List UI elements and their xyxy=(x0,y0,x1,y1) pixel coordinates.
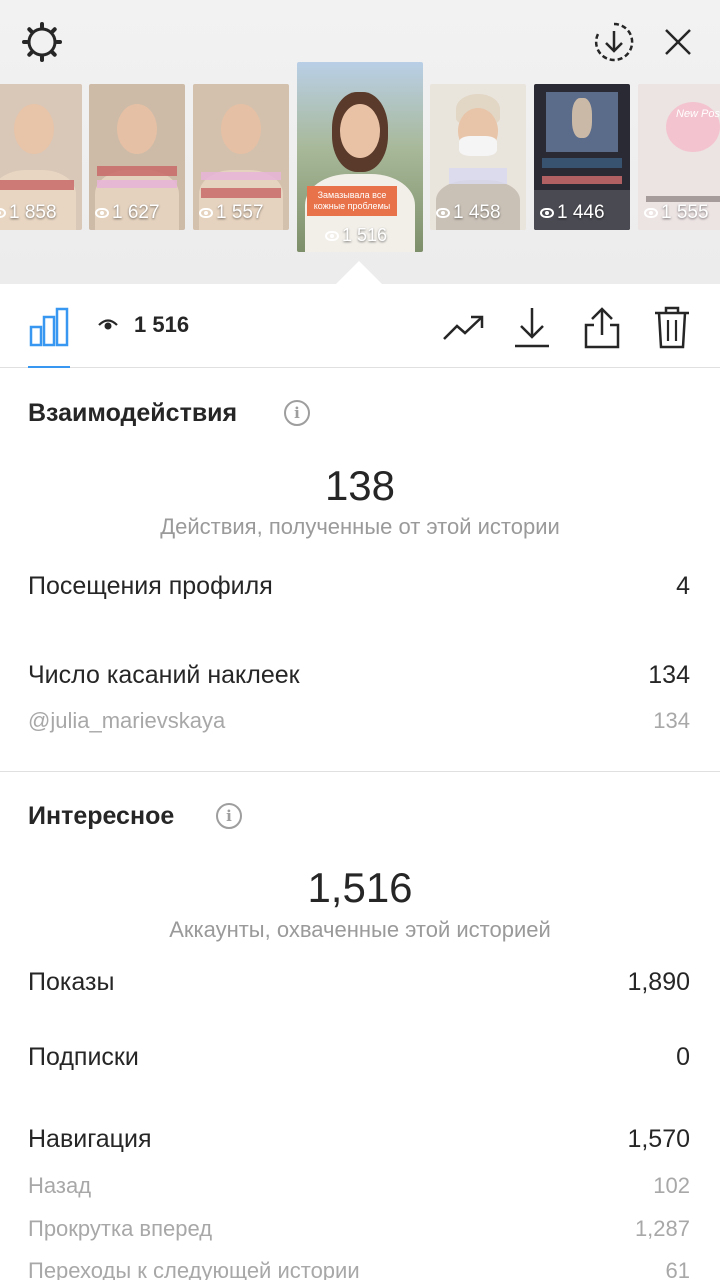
stat-row-follows: Подписки 0 xyxy=(28,1043,690,1072)
story-thumbnail-selected[interactable]: Замазывала все кожные проблемы 1 516 xyxy=(297,62,423,252)
story-views: 1 557 xyxy=(199,202,264,224)
story-views: 1 516 xyxy=(325,225,387,246)
eye-icon xyxy=(95,208,109,218)
eye-icon xyxy=(199,208,213,218)
interactions-total: 138 xyxy=(324,462,396,509)
stat-label: Подписки xyxy=(28,1043,139,1071)
views-count: 1 516 xyxy=(134,312,190,337)
story-caption: New Post xyxy=(676,108,720,120)
stat-value: 134 xyxy=(653,708,690,733)
stat-row-sticker-taps: Число касаний наклеек 134 xyxy=(28,661,690,690)
save-story-button[interactable] xyxy=(590,18,638,66)
stat-subrow-mention: @julia_marievskaya 134 xyxy=(28,708,690,734)
discovery-total: 1,516 xyxy=(307,864,413,911)
section-divider xyxy=(0,771,720,772)
download-button[interactable] xyxy=(508,302,556,352)
stat-value: 102 xyxy=(653,1173,690,1198)
stat-label: Посещения профиля xyxy=(28,572,273,600)
eye-icon xyxy=(98,319,118,330)
settings-gear-icon xyxy=(22,22,62,62)
stat-value: 4 xyxy=(676,572,690,600)
story-thumbnail[interactable]: 1 458 xyxy=(430,84,526,230)
close-icon xyxy=(665,29,691,55)
story-views: 1 555 xyxy=(644,202,709,224)
stat-label: Назад xyxy=(28,1173,92,1198)
stat-value: 134 xyxy=(648,661,690,689)
close-button[interactable] xyxy=(654,18,702,66)
trash-icon xyxy=(655,306,689,349)
eye-icon xyxy=(0,208,6,218)
download-icon xyxy=(515,308,549,348)
story-thumbnail[interactable]: 1 446 xyxy=(534,84,630,230)
share-icon xyxy=(584,307,620,349)
stat-row-profile-visits: Посещения профиля 4 xyxy=(28,572,690,601)
story-thumbnail[interactable]: New Post 1 555 xyxy=(638,84,720,230)
stat-label: Навигация xyxy=(28,1125,152,1153)
eye-icon xyxy=(644,208,658,218)
circle-download-icon xyxy=(594,22,634,62)
settings-button[interactable] xyxy=(18,18,66,66)
discovery-title: Интересное xyxy=(28,802,175,830)
trending-up-icon xyxy=(443,315,484,340)
story-thumbnail[interactable]: 1 858 xyxy=(0,84,82,230)
stat-value: 1,570 xyxy=(627,1125,690,1153)
stat-label: Прокрутка вперед xyxy=(28,1216,213,1241)
story-views: 1 627 xyxy=(95,202,160,224)
stat-value: 1,287 xyxy=(634,1216,690,1241)
eye-icon xyxy=(540,208,554,218)
delete-button[interactable] xyxy=(648,302,696,352)
stat-row-navigation: Навигация 1,570 xyxy=(28,1125,690,1154)
story-thumbnail[interactable]: 1 557 xyxy=(193,84,289,230)
promote-button[interactable] xyxy=(440,304,488,352)
story-views: 1 446 xyxy=(540,202,605,224)
stat-value: 0 xyxy=(676,1043,690,1071)
story-views: 1 858 xyxy=(0,202,57,224)
stat-label: Показы xyxy=(28,968,115,996)
story-thumbnail[interactable]: 1 627 xyxy=(89,84,185,230)
active-tab-indicator xyxy=(28,366,70,368)
tab-insights[interactable] xyxy=(24,300,74,352)
eye-icon xyxy=(436,208,450,218)
stat-label: Число касаний наклеек xyxy=(28,661,300,689)
discovery-info-icon[interactable]: i xyxy=(216,803,242,829)
interactions-total-label: Действия, полученные от этой истории xyxy=(160,514,560,539)
stat-label: @julia_marievskaya xyxy=(28,708,226,733)
discovery-total-label: Аккаунты, охваченные этой историей xyxy=(169,917,551,942)
story-views: 1 458 xyxy=(436,202,501,224)
interactions-info-icon[interactable]: i xyxy=(284,400,310,426)
eye-icon xyxy=(325,230,339,241)
stat-subrow-back: Назад 102 xyxy=(28,1173,690,1199)
stat-label: Переходы к следующей истории xyxy=(28,1258,360,1280)
share-button[interactable] xyxy=(578,302,626,352)
stat-value: 61 xyxy=(665,1258,690,1280)
stat-value: 1,890 xyxy=(627,968,690,996)
bar-chart-icon xyxy=(29,307,69,347)
stat-subrow-next-story: Переходы к следующей истории 61 xyxy=(28,1258,690,1280)
stat-subrow-forward: Прокрутка вперед 1,287 xyxy=(28,1216,690,1242)
story-thumbnails: 1 858 1 627 1 557 Замазывала все кожные … xyxy=(0,62,720,258)
stat-row-impressions: Показы 1,890 xyxy=(28,968,690,997)
total-views: 1 516 xyxy=(98,312,189,338)
interactions-title: Взаимодействия xyxy=(28,399,238,427)
story-caption: Замазывала все кожные проблемы xyxy=(307,186,397,216)
